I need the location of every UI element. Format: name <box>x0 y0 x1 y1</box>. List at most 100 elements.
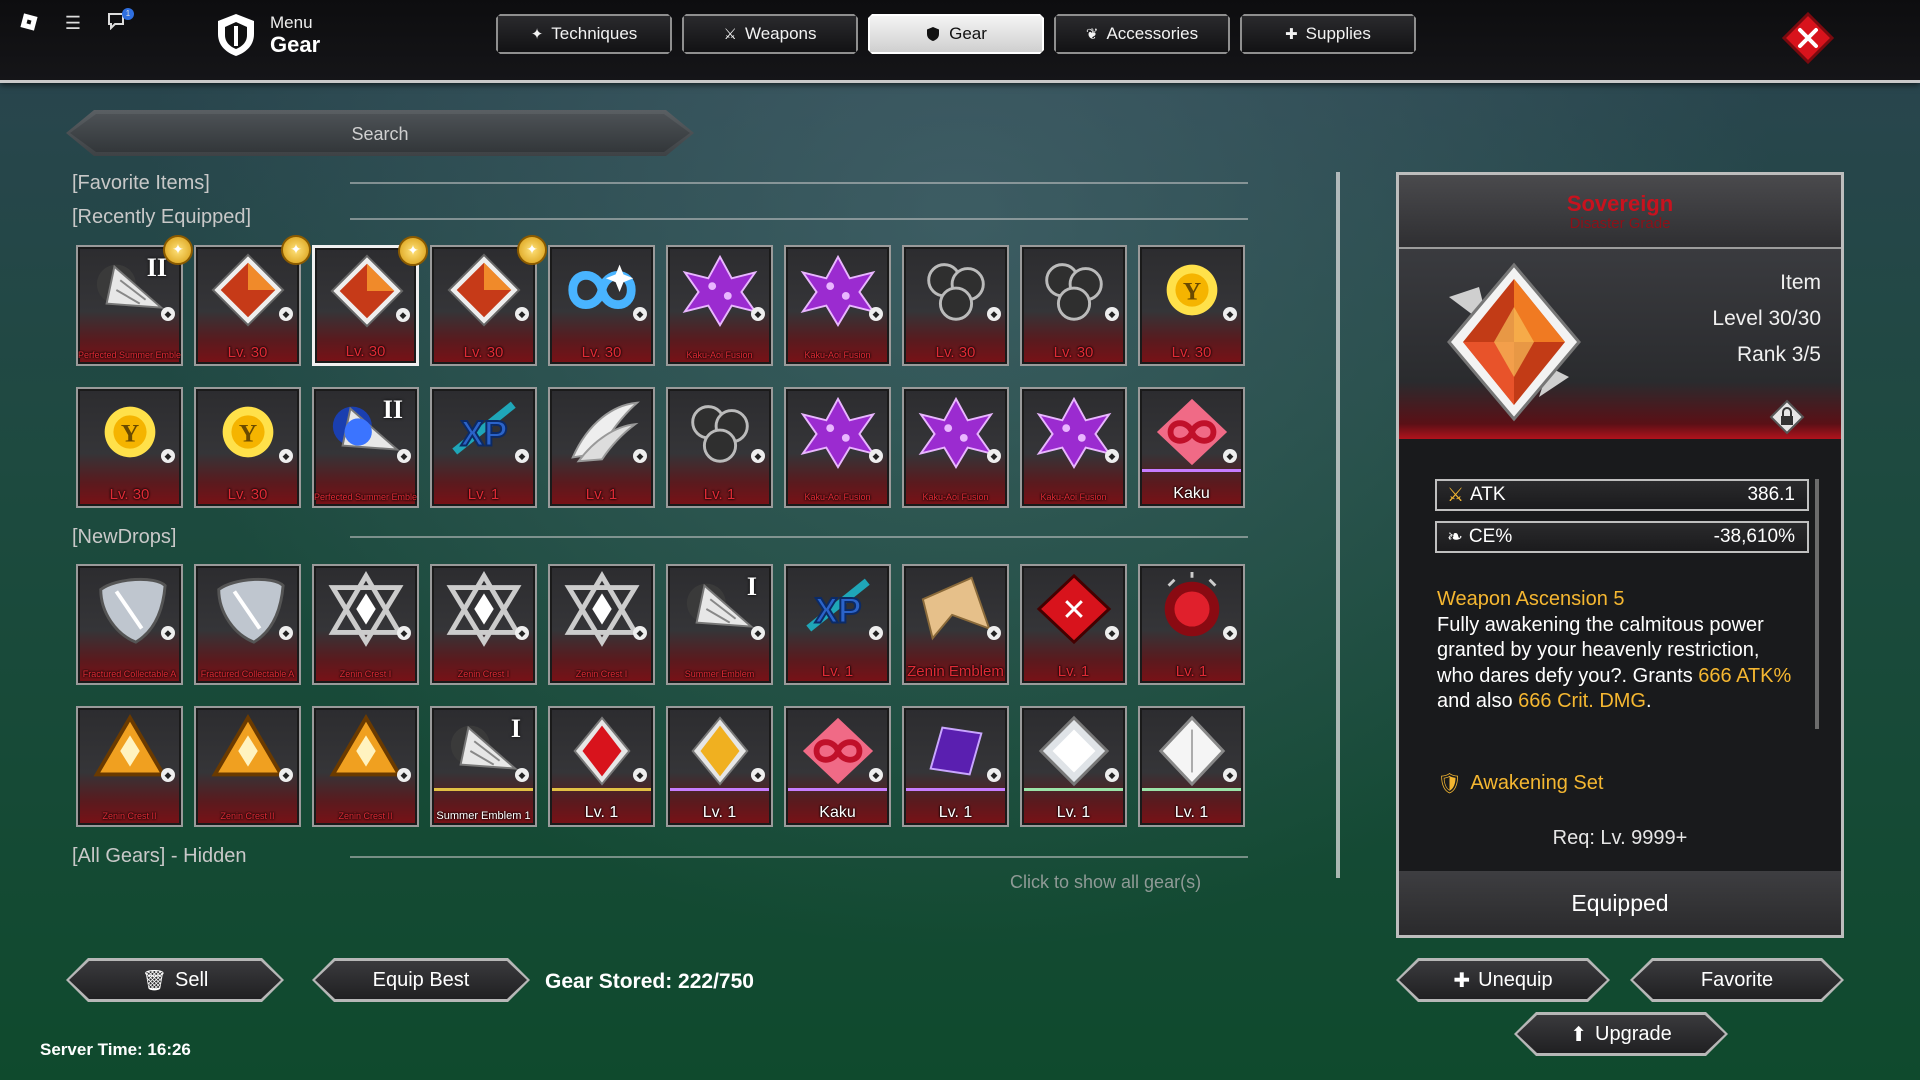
show-all-gears-link[interactable]: Click to show all gear(s) <box>1010 872 1201 893</box>
gear-slot[interactable]: ◆ Kaku <box>1138 387 1245 508</box>
rank-icon: ◆ <box>869 307 883 321</box>
equip-best-button[interactable]: Equip Best <box>312 958 530 1002</box>
gear-slot[interactable]: ◆ Kaku-Aoi Fusion <box>784 387 891 508</box>
gear-slot[interactable]: ◆ Zenin Crest II <box>194 706 301 827</box>
gear-slot[interactable]: ◆ Lv. 1 <box>1138 706 1245 827</box>
silver-shard-icon <box>217 577 285 644</box>
menu-title-block[interactable]: Menu Gear <box>214 12 320 58</box>
tier-numeral: I <box>746 572 757 601</box>
rank-icon: ◆ <box>633 768 647 782</box>
accessory-icon: ❦ <box>1085 26 1099 43</box>
gear-slot-label: Zenin Emblem <box>907 663 1004 680</box>
details-scrollbar[interactable] <box>1815 479 1819 729</box>
gear-slot[interactable]: I ◆ Summer Emblem 1 <box>430 706 537 827</box>
gear-slot[interactable]: ◆ Lv. 30 <box>902 245 1009 366</box>
gear-slot[interactable]: ◆ Kaku-Aoi Fusion <box>902 387 1009 508</box>
gear-slot[interactable]: XP ◆ Lv. 1 <box>784 564 891 685</box>
gear-slot-label: Zenin Crest I <box>575 669 628 679</box>
gear-slot[interactable]: ◆ Zenin Crest II <box>76 706 183 827</box>
close-icon[interactable] <box>1782 12 1834 64</box>
gear-slot[interactable]: Y ◆ Lv. 30 <box>194 387 301 508</box>
gear-slot[interactable]: ◆ Lv. 1 <box>1138 564 1245 685</box>
gear-slot[interactable]: ◆ Lv. 1 <box>1020 564 1127 685</box>
stat-value: 386.1 <box>1747 484 1795 505</box>
tab-accessories[interactable]: ❦ Accessories <box>1054 14 1230 54</box>
rarity-stripe <box>670 788 769 791</box>
top-bar: ☰ 1 Menu Gear ✦ Techniques ⚔ Weapons Gea… <box>0 0 1920 83</box>
gear-slot[interactable]: ◆ Zenin Crest II <box>312 706 419 827</box>
pink-infinity-icon <box>802 717 874 785</box>
gear-slot[interactable]: ◆ Lv. 1 <box>1020 706 1127 827</box>
recent-row: Y ◆ Lv. 30 Y ◆ Lv. 30 II ◆ Perfected Summer Embl… <box>76 387 1245 508</box>
gear-slot[interactable]: ◆ Lv. 30 ✦ <box>194 235 311 366</box>
svg-text:Y: Y <box>239 420 257 448</box>
upgrade-button[interactable]: ⬆ Upgrade <box>1514 1012 1728 1056</box>
rank-icon: ◆ <box>633 626 647 640</box>
gear-slot[interactable]: Y ◆ Lv. 30 <box>76 387 183 508</box>
hamburger-menu-icon[interactable]: ☰ <box>62 12 84 34</box>
purple-cross-icon <box>682 254 758 327</box>
gear-slot-label: Lv. 1 <box>703 486 736 503</box>
rarity-stripe <box>1024 788 1123 791</box>
gear-slot[interactable]: ◆ Lv. 30 ✦ <box>430 235 547 366</box>
unequip-button[interactable]: ✚ Unequip <box>1396 958 1610 1002</box>
gear-slot[interactable]: ◆ Lv. 1 <box>548 706 655 827</box>
gear-slot[interactable]: ◆ Lv. 1 <box>666 706 773 827</box>
gear-slot[interactable]: ◆ Fractured Collectable A <box>194 564 301 685</box>
gear-slot[interactable]: ◆ Zenin Crest I <box>312 564 419 685</box>
gear-slot-label: Zenin Crest II <box>102 811 157 821</box>
upgrade-label: Upgrade <box>1595 1022 1672 1045</box>
rank-icon: ◆ <box>987 307 1001 321</box>
pink-infinity-icon <box>1156 398 1228 466</box>
orange-gem-icon <box>1447 262 1581 422</box>
rank-icon: ◆ <box>633 307 647 321</box>
gear-slot[interactable]: ◆ Kaku-Aoi Fusion <box>666 245 773 366</box>
gear-slot[interactable]: ◆ Kaku <box>784 706 891 827</box>
rank-icon: ◆ <box>279 449 293 463</box>
shield-logo-icon <box>218 14 254 56</box>
recent-row: II ◆ Perfected Summer Emblem ✦ ◆ Lv. 30 ✦ ◆ Lv. … <box>76 235 1245 366</box>
gear-slot[interactable]: ◆ Fractured Collectable A <box>76 564 183 685</box>
item-details-panel: Sovereign Disaster Grade Item Level 30/3… <box>1396 172 1844 938</box>
tab-weapons[interactable]: ⚔ Weapons <box>682 14 858 54</box>
gear-slot[interactable]: II ◆ Perfected Summer Emblem ✦ <box>76 235 193 366</box>
gear-slot[interactable]: ◆ Zenin Crest I <box>430 564 537 685</box>
tab-label: Accessories <box>1106 24 1199 43</box>
gear-slot-label: Lv. 1 <box>467 486 500 503</box>
chat-icon[interactable]: 1 <box>106 8 134 34</box>
sun-y-icon: Y <box>1166 264 1218 316</box>
gear-slot[interactable]: ◆ Lv. 30 <box>548 245 655 366</box>
gear-slot[interactable]: ◆ Lv. 1 <box>548 387 655 508</box>
gear-slot[interactable]: ◆ Lv. 1 <box>666 387 773 508</box>
gear-slot[interactable]: Y ◆ Lv. 30 <box>1138 245 1245 366</box>
favorite-button[interactable]: Favorite <box>1630 958 1844 1002</box>
gear-slot-label: Summer Emblem <box>684 669 755 679</box>
silver-shard-icon <box>99 577 167 644</box>
roblox-logo-icon[interactable] <box>18 12 40 34</box>
gear-slot[interactable]: ◆ Kaku-Aoi Fusion <box>784 245 891 366</box>
gear-slot[interactable]: II ◆ Perfected Summer Emblem <box>312 387 419 508</box>
gear-slot[interactable]: XP ◆ Lv. 1 <box>430 387 537 508</box>
set-name: 🛡 Awakening Set <box>1437 771 1603 796</box>
gear-slot[interactable]: ◆ Zenin Crest I <box>548 564 655 685</box>
sell-label: Sell <box>175 968 209 991</box>
rank-icon: ◆ <box>751 626 765 640</box>
sell-button[interactable]: 🗑 Sell <box>66 958 284 1002</box>
rank-icon: ◆ <box>751 768 765 782</box>
gear-slot-label: Summer Emblem 1 <box>436 811 531 821</box>
lock-icon[interactable] <box>1769 399 1805 435</box>
tab-techniques[interactable]: ✦ Techniques <box>496 14 672 54</box>
gear-slot[interactable]: ◆ Lv. 30 ✦ <box>312 236 428 366</box>
rank-icon: ◆ <box>869 626 883 640</box>
gear-slot[interactable]: I ◆ Summer Emblem <box>666 564 773 685</box>
search-input[interactable] <box>106 118 654 150</box>
scrollbar[interactable] <box>1336 172 1340 878</box>
hex-star-icon <box>564 571 640 647</box>
gear-slot[interactable]: ◆ Lv. 30 <box>1020 245 1127 366</box>
search-bar[interactable] <box>66 110 694 156</box>
gear-slot[interactable]: ◆ Kaku-Aoi Fusion <box>1020 387 1127 508</box>
tab-supplies[interactable]: ✚ Supplies <box>1240 14 1416 54</box>
gear-slot[interactable]: ◆ Zenin Emblem <box>902 564 1009 685</box>
tab-gear[interactable]: Gear <box>868 14 1044 54</box>
gear-slot[interactable]: ◆ Lv. 1 <box>902 706 1009 827</box>
